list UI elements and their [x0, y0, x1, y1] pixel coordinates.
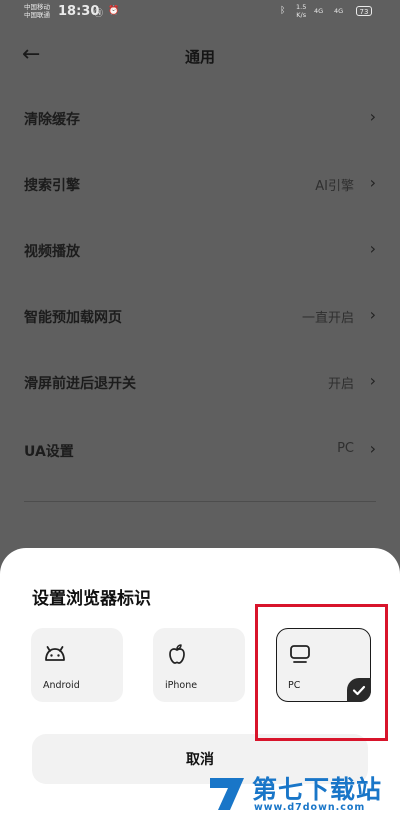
setting-ua[interactable]: UA设置 PC ›	[24, 432, 376, 468]
carrier-2: 中国联通	[24, 11, 50, 19]
setting-clear-cache[interactable]: 清除缓存 ›	[24, 100, 376, 136]
nfc-icon: Ⓝ	[94, 9, 104, 19]
setting-label: UA设置	[24, 444, 74, 460]
setting-value: 一直开启	[301, 311, 354, 326]
chevron-right-icon: ›	[369, 305, 376, 324]
chevron-right-icon: ›	[369, 371, 376, 390]
setting-smart-preload[interactable]: 智能预加载网页 一直开启 ›	[24, 298, 376, 334]
chevron-right-icon: ›	[369, 439, 376, 458]
ua-option-android[interactable]: Android	[31, 628, 123, 702]
setting-label: 视频播放	[24, 244, 80, 260]
setting-label: 搜索引擎	[24, 178, 80, 194]
setting-label: 清除缓存	[24, 112, 80, 128]
divider	[24, 501, 376, 502]
status-bar: 中国移动 中国联通 18:30 Ⓝ ⏰ ᛒ 1.5 K/s 4G 4G 73	[0, 0, 400, 26]
cancel-label: 取消	[186, 752, 214, 768]
option-label: iPhone	[165, 680, 198, 691]
watermark-url: www.d7down.com	[254, 802, 366, 813]
battery-icon: 73	[356, 6, 372, 16]
setting-value: AI引擎	[315, 179, 354, 194]
apple-icon	[169, 644, 185, 664]
ua-option-iphone[interactable]: iPhone	[153, 628, 245, 702]
signal-icon-1: 4G	[314, 7, 324, 15]
alarm-icon: ⏰	[108, 6, 120, 16]
setting-value: 开启	[327, 377, 354, 392]
setting-value: PC	[337, 441, 354, 456]
chevron-right-icon: ›	[369, 173, 376, 192]
setting-swipe-nav[interactable]: 滑屏前进后退开关 开启 ›	[24, 364, 376, 400]
header: ← 通用	[0, 38, 400, 74]
signal-icon-2: 4G	[334, 7, 344, 15]
sheet-title: 设置浏览器标识	[32, 589, 151, 609]
watermark-logo-icon	[210, 778, 244, 810]
chevron-right-icon: ›	[369, 107, 376, 126]
network-speed: 1.5 K/s	[296, 3, 307, 19]
chevron-right-icon: ›	[369, 239, 376, 258]
setting-search-engine[interactable]: 搜索引擎 AI引擎 ›	[24, 166, 376, 202]
android-icon	[45, 646, 65, 661]
option-label: Android	[43, 680, 80, 691]
carrier-info: 中国移动 中国联通	[24, 3, 50, 19]
bluetooth-icon: ᛒ	[280, 6, 286, 16]
page-title: 通用	[184, 48, 215, 66]
setting-video-playback[interactable]: 视频播放 ›	[24, 232, 376, 268]
watermark-text: 第七下载站	[252, 775, 383, 804]
highlight-box	[255, 604, 388, 741]
carrier-1: 中国移动	[24, 3, 50, 11]
setting-label: 滑屏前进后退开关	[24, 376, 136, 392]
setting-label: 智能预加载网页	[24, 310, 122, 326]
watermark: 第七下载站 www.d7down.com	[206, 768, 396, 816]
